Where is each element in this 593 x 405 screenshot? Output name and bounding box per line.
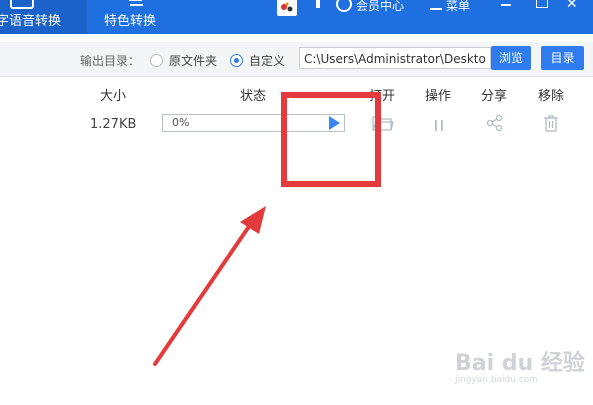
folder-icon[interactable] (372, 114, 394, 136)
watermark-sub: jingyan.baidu.com (455, 375, 539, 385)
browse-button[interactable]: 浏览 (491, 46, 531, 70)
watermark-text: Bai du 经验 (455, 351, 585, 376)
title-bar: 字语音转换 特色转换 会员中心 菜单 ✕ (0, 0, 593, 34)
open-directory-button[interactable]: 目录 (541, 46, 584, 70)
output-path-input[interactable]: C:\Users\Administrator\Deskto (299, 47, 491, 69)
radio-original-label: 原文件夹 (169, 54, 218, 68)
header-share: 分享 (481, 89, 508, 104)
vip-center-button[interactable]: 会员中心 (336, 0, 404, 16)
watermark: Bai du 经验 jingyan.baidu.com (455, 345, 585, 385)
header-operate: 操作 (425, 89, 452, 104)
pin-icon[interactable] (316, 0, 320, 8)
app-logo-icon (277, 0, 297, 16)
radio-custom-folder[interactable] (230, 54, 243, 67)
pause-icon[interactable] (434, 117, 444, 136)
maximize-icon[interactable] (536, 0, 548, 8)
header-status: 状态 (240, 89, 267, 104)
header-open: 打开 (369, 89, 396, 104)
radio-custom-label: 自定义 (249, 54, 286, 68)
file-size: 1.27KB (90, 117, 137, 132)
close-icon[interactable]: ✕ (566, 0, 578, 12)
header-remove: 移除 (538, 89, 565, 104)
minimize-icon[interactable] (501, 4, 511, 6)
tab-label: 特色转换 (104, 14, 157, 29)
annotation-arrow (153, 206, 266, 366)
menu-icon (430, 0, 442, 10)
play-icon[interactable] (329, 116, 340, 130)
header-size: 大小 (100, 89, 127, 104)
swap-icon (127, 0, 147, 6)
trash-icon[interactable] (543, 114, 559, 136)
vip-icon (336, 0, 352, 12)
output-label: 输出目录： (80, 54, 141, 68)
tab-text-voice-convert[interactable]: 字语音转换 (0, 0, 87, 34)
progress-text: 0% (172, 116, 190, 129)
tab-label: 字语音转换 (0, 14, 62, 29)
document-icon (10, 0, 34, 9)
radio-original-folder[interactable] (150, 54, 163, 67)
tab-special-convert[interactable]: 特色转换 (95, 0, 175, 34)
progress-bar: 0% (162, 114, 345, 132)
share-icon[interactable] (486, 114, 504, 136)
vip-label: 会员中心 (356, 0, 405, 13)
menu-label: 菜单 (446, 0, 471, 13)
annotation-box (281, 92, 381, 187)
menu-button[interactable]: 菜单 (430, 0, 470, 14)
